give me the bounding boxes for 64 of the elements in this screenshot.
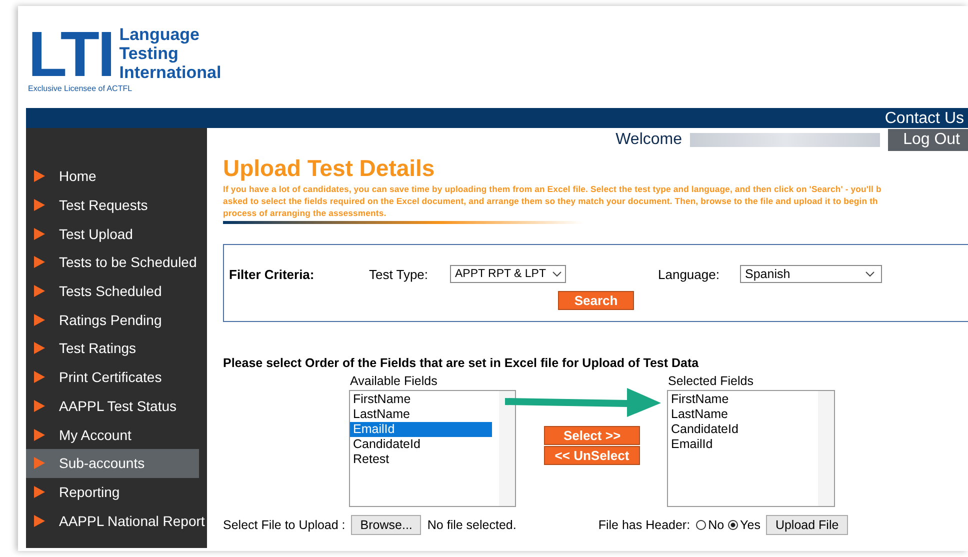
nav-item[interactable]: Print Certificates [26, 362, 207, 392]
file-upload-label: Select File to Upload : [223, 518, 346, 532]
scrollbar[interactable] [818, 391, 834, 506]
nav-item[interactable]: Reporting [26, 478, 207, 506]
welcome-label: Welcome [616, 131, 682, 149]
triangle-icon [34, 170, 45, 182]
triangle-icon [34, 199, 45, 212]
description: If you have a lot of candidates, you can save time by uploading them from an Excel file. Select the test type and language, and then click on 'Search' - you'll b asked to select the fields required on the Excel document, and arrange them so they match your document. Then, browse to the file and upload it to begin th process of arranging the assessments. [223, 183, 882, 219]
nav-item[interactable]: Ratings Pending [26, 305, 207, 334]
selected-fields-label: Selected Fields [667, 374, 754, 388]
company-name: Language Testing International [119, 25, 222, 82]
triangle-icon [34, 400, 45, 412]
list-option[interactable]: FirstName [350, 392, 492, 407]
list-option[interactable]: LastName [668, 407, 810, 422]
instruction-text: Please select Order of the Fields that are set in Excel file for Upload of Test Data [223, 356, 700, 370]
radio-option[interactable]: Yes [728, 518, 760, 532]
list-option[interactable]: CandidateId [350, 437, 492, 452]
logout-button[interactable]: Log Out [888, 129, 968, 151]
triangle-icon [34, 457, 45, 470]
page-title: Upload Test Details [223, 155, 436, 182]
triangle-icon [34, 314, 45, 326]
triangle-icon [34, 256, 45, 268]
nav-item[interactable]: Tests Scheduled [26, 276, 207, 306]
browse-button[interactable]: Browse... [351, 515, 422, 535]
list-option[interactable]: LastName [350, 407, 492, 422]
available-fields-label: Available Fields [349, 374, 438, 388]
list-option[interactable]: FirstName [668, 392, 810, 407]
filter-heading: Filter Criteria: [229, 266, 316, 282]
triangle-icon [34, 486, 45, 498]
nav-item[interactable]: My Account [26, 420, 207, 449]
nav-item[interactable]: Test Ratings [26, 334, 207, 363]
nav-item[interactable]: Home [26, 162, 207, 191]
nav-item[interactable]: Tests to be Scheduled [26, 248, 207, 277]
radio-option[interactable]: No [696, 518, 724, 532]
list-option[interactable]: EmailId [668, 437, 810, 452]
list-option[interactable]: Retest [350, 452, 492, 467]
language-dropdown[interactable]: Spanish [740, 265, 882, 283]
triangle-icon [34, 285, 45, 298]
nav-item[interactable]: AAPPL National Report [26, 506, 207, 535]
nav-item[interactable]: Test Upload [26, 219, 207, 248]
triangle-icon [34, 342, 45, 354]
nav-item[interactable]: Test Requests [26, 190, 207, 220]
triangle-icon [34, 514, 45, 527]
list-option[interactable]: CandidateId [668, 422, 810, 437]
contact-link[interactable]: Contact Us [884, 109, 968, 128]
list-option[interactable]: EmailId [350, 422, 492, 437]
chevron-down-icon [865, 271, 875, 277]
scrollbar[interactable] [499, 391, 515, 506]
nav-item[interactable]: AAPPL Test Status [26, 392, 207, 420]
selected-fields-list[interactable]: FirstName LastName CandidateId EmailId [667, 390, 835, 507]
test-type-label: Test Type: [369, 266, 430, 282]
chevron-down-icon [552, 271, 562, 277]
tagline: Exclusive Licensee of ACTFL [28, 84, 134, 93]
upload-file-button[interactable]: Upload File [766, 515, 848, 535]
available-fields-list[interactable]: FirstName LastName EmailId CandidateId Retest [349, 390, 516, 507]
test-type-dropdown[interactable]: APPT RPT & LPT [450, 265, 566, 283]
triangle-icon [34, 371, 45, 384]
triangle-icon [34, 428, 45, 441]
logo-letters: LTI [28, 28, 114, 80]
language-label: Language: [658, 266, 720, 282]
triangle-icon [34, 228, 45, 240]
file-status: No file selected. [427, 518, 516, 532]
header-label: File has Header: [598, 518, 690, 532]
nav-item[interactable]: Sub-accounts [26, 448, 199, 478]
